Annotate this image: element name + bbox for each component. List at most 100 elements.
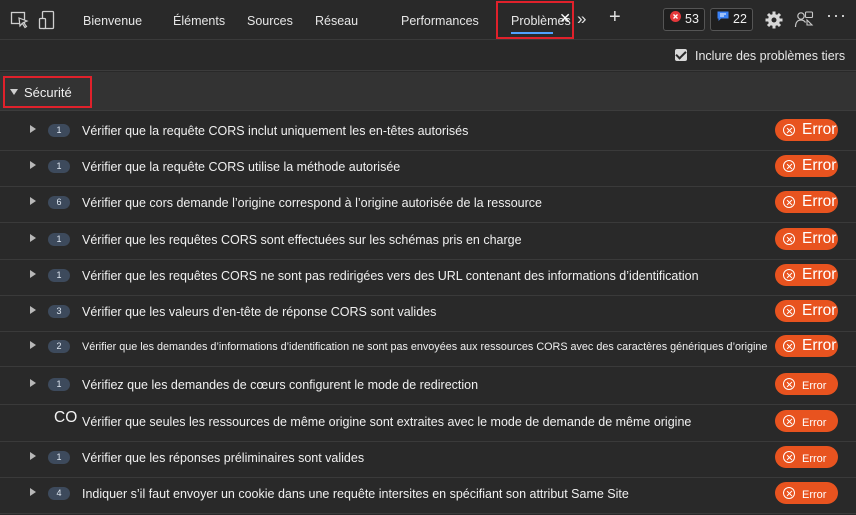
error-icon <box>783 233 795 245</box>
expand-arrow-icon[interactable] <box>30 161 36 169</box>
expand-arrow-icon[interactable] <box>30 379 36 387</box>
severity-badge: Error <box>775 410 838 432</box>
issue-title: Vérifier que la requête CORS inclut uniq… <box>82 124 469 138</box>
error-icon <box>783 451 795 463</box>
issue-title: Vérifier que les demandes d’informations… <box>82 341 768 353</box>
severity-badge: Error <box>775 446 838 468</box>
issue-count-badge: 4 <box>48 487 70 500</box>
issue-prefix: CO <box>54 409 78 426</box>
message-count: 22 <box>733 12 747 26</box>
expand-arrow-icon[interactable] <box>30 341 36 349</box>
message-icon <box>717 8 729 29</box>
severity-label: Error <box>802 302 837 319</box>
severity-label: Error <box>802 417 827 429</box>
severity-badge: Error <box>775 335 838 357</box>
expand-arrow-icon[interactable] <box>30 125 36 133</box>
severity-badge: Error <box>775 300 838 322</box>
issue-count-badge: 2 <box>48 340 70 353</box>
issues-filter-bar: Inclure des problèmes tiers <box>0 40 856 71</box>
severity-label: Error <box>802 266 837 283</box>
issue-title: Vérifier que les requêtes CORS sont effe… <box>82 233 522 247</box>
issue-title: Vérifier que les réponses préliminaires … <box>82 451 365 465</box>
third-party-checkbox[interactable] <box>675 49 687 61</box>
third-party-checkbox-label[interactable]: Inclure des problèmes tiers <box>695 49 845 63</box>
feedback-icon[interactable] <box>794 10 814 30</box>
expand-arrow-icon[interactable] <box>30 488 36 496</box>
error-icon <box>783 415 795 427</box>
issue-row[interactable]: 1 Vérifiez que les demandes de cœurs con… <box>0 369 856 405</box>
issue-row[interactable]: 1 Vérifier que les requêtes CORS sont ef… <box>0 224 856 260</box>
message-count-badge[interactable]: 22 <box>710 8 753 31</box>
issue-row[interactable]: 2 Vérifier que les demandes d’informatio… <box>0 331 856 367</box>
issue-row[interactable]: 4 Indiquer s’il faut envoyer un cookie d… <box>0 478 856 514</box>
severity-badge: Error <box>775 155 838 177</box>
issue-count-badge: 1 <box>48 160 70 173</box>
settings-icon[interactable] <box>764 10 784 30</box>
issue-count-badge: 1 <box>48 233 70 246</box>
error-icon <box>783 124 795 136</box>
tab-problemes[interactable]: Problèmes ✕ <box>511 0 571 40</box>
issue-row[interactable]: 1 Vérifier que les réponses préliminaire… <box>0 442 856 478</box>
severity-badge: Error <box>775 119 838 141</box>
tab-sources[interactable]: Sources <box>247 0 293 40</box>
more-tabs-icon[interactable]: » <box>577 9 597 29</box>
inspect-icon[interactable] <box>10 10 30 30</box>
issue-row[interactable]: 3 Vérifier que les valeurs d’en-tête de … <box>0 296 856 332</box>
error-icon <box>783 305 795 317</box>
issue-row[interactable]: 1 Vérifier que les requêtes CORS ne sont… <box>0 260 856 296</box>
severity-label: Error <box>802 157 837 174</box>
expand-arrow-icon[interactable] <box>30 452 36 460</box>
severity-badge: Error <box>775 191 838 213</box>
more-options-icon[interactable]: ··· <box>826 5 846 25</box>
severity-label: Error <box>802 380 827 392</box>
issue-title: Vérifier que les valeurs d’en-tête de ré… <box>82 305 437 319</box>
devtools-toolbar: Bienvenue Éléments Sources Réseau Perfor… <box>0 0 856 40</box>
collapse-arrow-icon[interactable] <box>10 89 18 95</box>
error-icon <box>783 378 795 390</box>
issue-title: Vérifier que la requête CORS utilise la … <box>82 160 401 174</box>
tab-performances[interactable]: Performances <box>401 0 479 40</box>
error-icon <box>783 340 795 352</box>
issue-row[interactable]: CO Vérifier que seules les ressources de… <box>0 406 856 442</box>
severity-badge: Error <box>775 228 838 250</box>
severity-badge: Error <box>775 373 838 395</box>
error-count-badge[interactable]: 53 <box>663 8 705 31</box>
severity-label: Error <box>802 489 827 501</box>
severity-badge: Error <box>775 264 838 286</box>
active-tab-underline <box>511 32 553 34</box>
issue-row[interactable]: 6 Vérifier que cors demande l’origine co… <box>0 187 856 223</box>
issue-title: Vérifiez que les demandes de cœurs confi… <box>82 378 479 392</box>
issue-count-badge: 1 <box>48 124 70 137</box>
error-icon <box>783 487 795 499</box>
issue-count-badge: 3 <box>48 305 70 318</box>
issue-count-badge: 1 <box>48 269 70 282</box>
issue-title: Vérifier que seules les ressources de mê… <box>82 415 692 429</box>
issue-row[interactable]: 1 Vérifier que la requête CORS utilise l… <box>0 151 856 187</box>
expand-arrow-icon[interactable] <box>30 234 36 242</box>
issue-count-badge: 6 <box>48 196 70 209</box>
close-icon[interactable]: ✕ <box>559 0 571 36</box>
severity-label: Error <box>802 193 837 210</box>
device-emulation-icon[interactable] <box>38 10 58 30</box>
tab-reseau[interactable]: Réseau <box>315 0 358 40</box>
section-header-securite[interactable]: Sécurité <box>0 72 856 111</box>
issue-title: Indiquer s’il faut envoyer un cookie dan… <box>82 487 629 501</box>
tab-elements[interactable]: Éléments <box>173 0 225 40</box>
error-icon <box>670 8 681 29</box>
issue-row[interactable]: 1 Vérifier que la requête CORS inclut un… <box>0 115 856 151</box>
severity-label: Error <box>802 121 837 138</box>
severity-label: Error <box>802 337 837 354</box>
expand-arrow-icon[interactable] <box>30 306 36 314</box>
tab-bienvenue[interactable]: Bienvenue <box>83 0 142 40</box>
expand-arrow-icon[interactable] <box>30 270 36 278</box>
issue-count-badge: 1 <box>48 451 70 464</box>
severity-badge: Error <box>775 482 838 504</box>
error-icon <box>783 196 795 208</box>
issue-title: Vérifier que cors demande l’origine corr… <box>82 196 542 210</box>
issue-title: Vérifier que les requêtes CORS ne sont p… <box>82 269 699 283</box>
add-tab-icon[interactable]: + <box>609 6 629 28</box>
error-icon <box>783 160 795 172</box>
expand-arrow-icon[interactable] <box>30 197 36 205</box>
error-count: 53 <box>685 12 699 26</box>
severity-label: Error <box>802 230 837 247</box>
